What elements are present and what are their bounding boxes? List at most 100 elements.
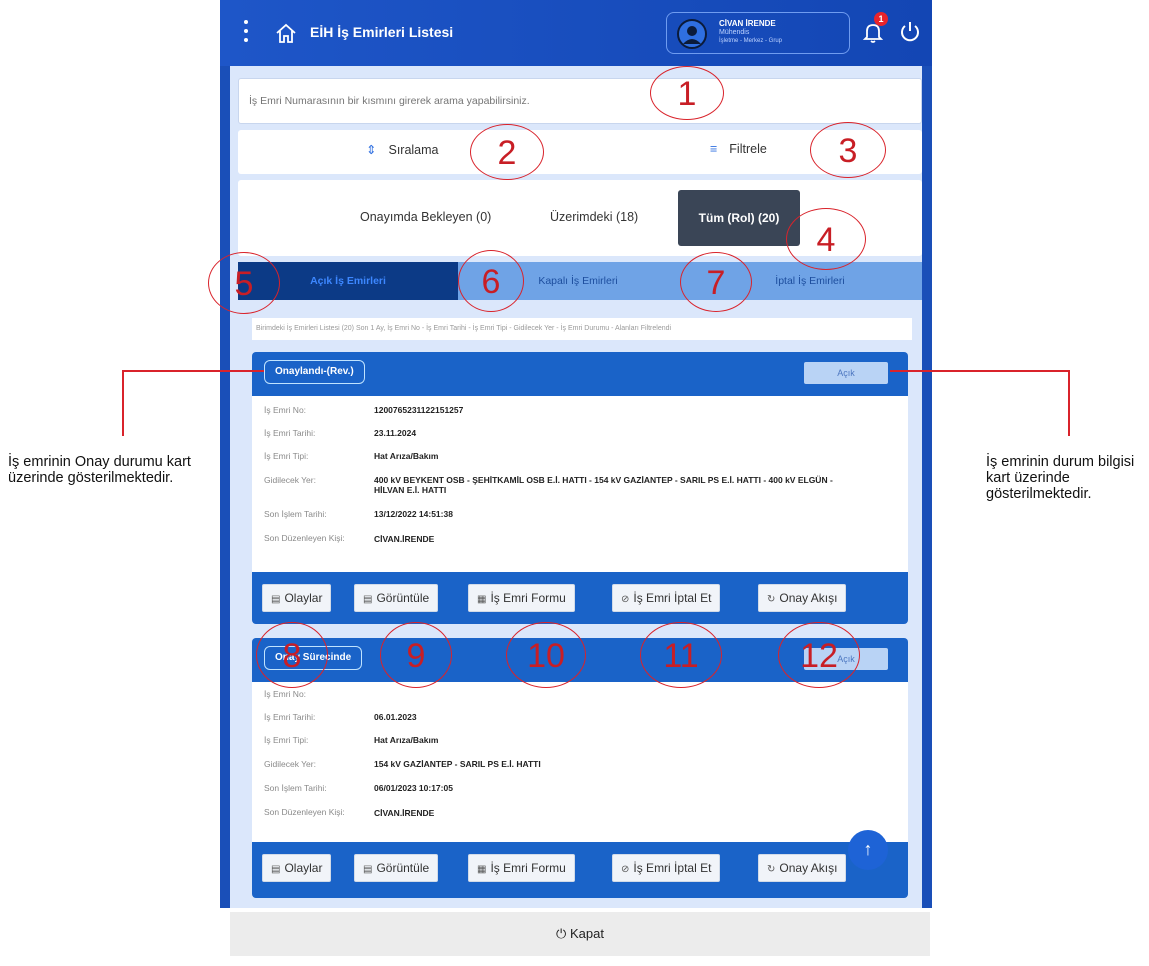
power-icon[interactable] — [898, 20, 922, 44]
view-label: Görüntüle — [376, 591, 430, 605]
filter-info: Birimdeki İş Emirleri Listesi (20) Son 1… — [252, 318, 912, 340]
search-input[interactable] — [239, 79, 921, 123]
annotation-marker: 3 — [810, 122, 886, 178]
card-header: Onaylandı-(Rev.) Açık — [252, 352, 908, 394]
events-button[interactable]: ▤ Olaylar — [262, 584, 332, 612]
tab-assigned-to-me[interactable]: Üzerimdeki (18) — [550, 210, 638, 224]
annotation-marker: 12 — [778, 622, 860, 688]
close-label: Kapat — [569, 926, 604, 941]
top-bar: EİH İş Emirleri Listesi CİVAN İRENDE Müh… — [220, 0, 932, 66]
order-number: 1200765231122151257 — [374, 405, 464, 415]
annotation-marker: 6 — [458, 250, 524, 312]
menu-icon[interactable] — [244, 20, 252, 46]
form-label: İş Emri Formu — [490, 861, 566, 875]
search-box — [238, 78, 922, 124]
events-button[interactable]: ▤ Olaylar — [262, 854, 332, 882]
document-icon: ▦ — [477, 594, 487, 605]
field-label: İş Emri No: — [264, 405, 307, 415]
cancel-order-button[interactable]: ⊘ İş Emri İptal Et — [612, 854, 721, 882]
field-label: Son İşlem Tarihi: — [264, 509, 327, 519]
list-icon: ▤ — [271, 594, 281, 605]
card-actions: ▤ Olaylar ▤ Görüntüle ▦ İş Emri Formu ⊘ İş E… — [252, 574, 908, 622]
annotation-marker: 5 — [208, 252, 280, 314]
power-icon: ⏻ — [556, 926, 567, 941]
arrow-up-icon: ↑ — [863, 839, 873, 859]
sort-button[interactable]: ⇕ Sıralama — [366, 142, 439, 157]
filter-label: Filtrele — [729, 142, 767, 156]
field-label: Gidilecek Yer: — [264, 475, 316, 485]
view-label: Görüntüle — [376, 861, 430, 875]
field-label: Son Düzenleyen Kişi: — [264, 533, 345, 543]
last-editor: CİVAN.İRENDE — [374, 808, 435, 818]
refresh-icon: ↻ — [767, 594, 776, 605]
annotation-marker: 9 — [380, 622, 452, 688]
content-panel: ⇕ Sıralama ≡ Filtrele Onayımda Bekleyen (0… — [230, 66, 922, 908]
document-icon: ▦ — [477, 864, 487, 875]
card-body: İş Emri No: 1200765231122151257 İş Emri … — [252, 396, 908, 572]
app-title: EİH İş Emirleri Listesi — [310, 24, 454, 40]
status-badge: Açık — [804, 362, 888, 384]
right-annotation-note: İş emrinin durum bilgisi kart üzerinde g… — [986, 454, 1135, 502]
events-label: Olaylar — [284, 861, 323, 875]
field-label: Son Düzenleyen Kişi: — [264, 807, 345, 817]
annotation-marker: 2 — [470, 124, 544, 180]
view-icon: ▤ — [363, 594, 373, 605]
view-button[interactable]: ▤ Görüntüle — [354, 854, 439, 882]
last-action-date: 06/01/2023 10:17:05 — [374, 783, 453, 793]
cancel-label: İş Emri İptal Et — [633, 861, 712, 875]
callout-line — [890, 370, 1070, 372]
approval-flow-label: Onay Akışı — [779, 861, 838, 875]
cancel-order-button[interactable]: ⊘ İş Emri İptal Et — [612, 584, 721, 612]
user-org: İşletme - Merkez - Grup — [719, 38, 783, 44]
field-label: İş Emri No: — [264, 689, 307, 699]
order-location: 400 kV BEYKENT OSB - ŞEHİTKAMİL OSB E.İ.… — [374, 475, 833, 495]
refresh-icon: ↻ — [767, 864, 776, 875]
field-label: İş Emri Tipi: — [264, 735, 309, 745]
approval-badge: Onaylandı-(Rev.) — [264, 360, 365, 384]
form-button[interactable]: ▦ İş Emri Formu — [468, 584, 575, 612]
tab-pending-approval[interactable]: Onayımda Bekleyen (0) — [360, 210, 491, 224]
form-button[interactable]: ▦ İş Emri Formu — [468, 854, 575, 882]
order-location: 154 kV GAZİANTEP - SARIL PS E.İ. HATTI — [374, 759, 541, 769]
card-body: İş Emri No: İş Emri Tarihi: 06.01.2023 İ… — [252, 682, 908, 842]
home-icon[interactable] — [274, 22, 298, 44]
last-action-date: 13/12/2022 14:51:38 — [374, 509, 453, 519]
order-date: 23.11.2024 — [374, 428, 417, 438]
scroll-to-top-button[interactable]: ↑ — [848, 830, 888, 870]
approval-flow-button[interactable]: ↻ Onay Akışı — [758, 854, 847, 882]
annotation-marker: 8 — [256, 622, 328, 688]
user-name: CİVAN İRENDE — [719, 19, 776, 28]
annotation-marker: 11 — [640, 622, 722, 688]
annotation-marker: 4 — [786, 208, 866, 270]
annotation-marker: 10 — [506, 622, 586, 688]
notification-badge: 1 — [874, 12, 888, 26]
callout-line — [122, 370, 124, 436]
list-icon: ▤ — [271, 864, 281, 875]
order-date: 06.01.2023 — [374, 712, 417, 722]
field-label: İş Emri Tarihi: — [264, 428, 316, 438]
cancel-label: İş Emri İptal Et — [633, 591, 712, 605]
sort-label: Sıralama — [388, 143, 439, 157]
form-label: İş Emri Formu — [490, 591, 566, 605]
order-type: Hat Arıza/Bakım — [374, 735, 439, 745]
field-label: İş Emri Tipi: — [264, 451, 309, 461]
approval-flow-label: Onay Akışı — [779, 591, 838, 605]
user-profile[interactable]: CİVAN İRENDE Mühendis İşletme - Merkez -… — [666, 12, 850, 54]
callout-line — [122, 370, 264, 372]
approval-flow-button[interactable]: ↻ Onay Akışı — [758, 584, 847, 612]
field-label: Gidilecek Yer: — [264, 759, 316, 769]
last-editor: CİVAN.İRENDE — [374, 534, 435, 544]
order-type: Hat Arıza/Bakım — [374, 451, 439, 461]
field-label: Son İşlem Tarihi: — [264, 783, 327, 793]
filter-button[interactable]: ≡ Filtrele — [710, 142, 767, 156]
ban-icon: ⊘ — [621, 864, 630, 875]
user-role: Mühendis — [719, 29, 750, 36]
annotation-marker: 1 — [650, 66, 724, 120]
tab-all-role[interactable]: Tüm (Rol) (20) — [678, 190, 800, 246]
filter-icon: ≡ — [710, 142, 718, 156]
work-order-card: Onaylandı-(Rev.) Açık İş Emri No: 120076… — [252, 352, 908, 624]
close-button[interactable]: ⏻ Kapat — [230, 912, 930, 956]
view-icon: ▤ — [363, 864, 373, 875]
view-button[interactable]: ▤ Görüntüle — [354, 584, 439, 612]
avatar-icon — [677, 19, 707, 49]
